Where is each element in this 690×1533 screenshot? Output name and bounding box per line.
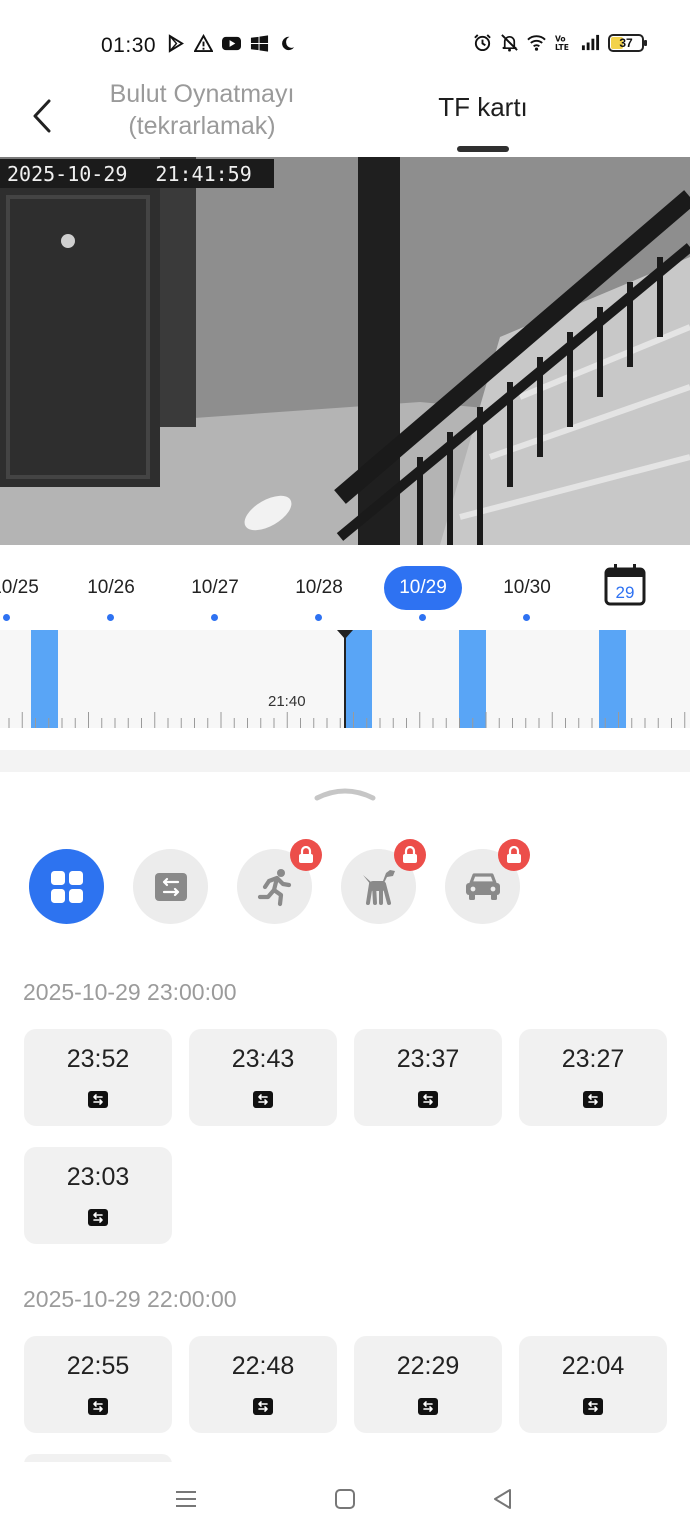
section-title: 2025-10-29 22:00:00 — [23, 1286, 237, 1312]
filter-vehicle-button[interactable] — [445, 839, 530, 924]
filter-person-button[interactable] — [237, 839, 322, 924]
mute-icon — [501, 34, 518, 52]
timeline-cursor-head — [337, 630, 353, 639]
date-recording-dot — [315, 614, 322, 621]
clip-time: 23:43 — [231, 1045, 295, 1073]
filter-pet-button[interactable] — [341, 839, 426, 924]
status-system-icons: Vo LTE 37 — [473, 33, 647, 52]
calendar-button[interactable]: 29 — [603, 563, 647, 607]
filter-all-button[interactable] — [29, 849, 104, 924]
sd-recording-icon — [88, 1091, 108, 1108]
wifi-icon — [527, 35, 546, 51]
clip-card[interactable]: 23:52 — [24, 1029, 172, 1126]
back-button[interactable] — [20, 92, 64, 140]
date-recording-dot — [523, 614, 530, 621]
grid-icon — [50, 870, 83, 903]
menu-icon[interactable] — [171, 1484, 201, 1514]
youtube-icon — [222, 36, 241, 51]
clip-time: 23:37 — [396, 1045, 460, 1073]
active-tab-indicator — [457, 146, 509, 152]
svg-text:LTE: LTE — [555, 43, 569, 52]
clip-time: 23:27 — [561, 1045, 625, 1073]
clip-time: 22:48 — [231, 1352, 295, 1380]
sd-recording-icon — [583, 1398, 603, 1415]
date-item[interactable]: 10/26 — [72, 566, 150, 610]
clip-card[interactable]: 22:04 — [519, 1336, 667, 1433]
tab-cloud-playback[interactable]: Bulut Oynatmayı (tekrarlamak) — [92, 78, 312, 142]
status-notification-icons — [166, 34, 297, 53]
signal-icon — [581, 34, 600, 51]
tab-cloud-label-line1: Bulut Oynatmayı — [109, 80, 295, 108]
lock-icon — [403, 846, 417, 863]
clip-card[interactable]: 22:55 — [24, 1336, 172, 1433]
date-recording-dot — [3, 614, 10, 621]
video-timestamp-time: 21:41:59 — [155, 161, 252, 186]
lock-badge — [290, 839, 322, 871]
timeline-cursor — [344, 630, 346, 728]
timeline-time-label: 21:40 — [268, 693, 306, 710]
clip-time: 23:03 — [66, 1163, 130, 1191]
home-icon[interactable] — [330, 1484, 360, 1514]
date-item[interactable]: 10/25 — [0, 566, 40, 610]
sd-recording-icon — [583, 1091, 603, 1108]
clip-card[interactable]: 23:03 — [24, 1147, 172, 1244]
tab-cloud-label-line2: (tekrarlamak) — [128, 112, 276, 140]
date-item-selected[interactable]: 10/29 — [384, 566, 462, 610]
filter-sd-recording-button[interactable] — [133, 849, 208, 924]
clip-card[interactable]: 23:37 — [354, 1029, 502, 1126]
sd-recording-icon — [154, 872, 187, 901]
battery-indicator: 37 — [608, 33, 647, 52]
date-item[interactable]: 10/28 — [280, 566, 358, 610]
moon-icon — [282, 36, 295, 51]
date-strip: 10/25 10/26 10/27 10/28 10/29 10/30 — [0, 560, 690, 626]
lock-badge — [498, 839, 530, 871]
battery-level: 37 — [619, 35, 633, 50]
sd-recording-icon — [253, 1398, 273, 1415]
clip-card[interactable]: 22:48 — [189, 1336, 337, 1433]
alarm-icon — [474, 34, 491, 52]
warning-icon — [194, 34, 213, 53]
video-timestamp-date: 2025-10-29 — [7, 161, 128, 186]
calendar-icon: 29 — [604, 564, 646, 606]
volte-icon: VoLTE — [555, 35, 569, 52]
section-title: 2025-10-29 23:00:00 — [23, 979, 237, 1005]
status-time: 01:30 — [101, 34, 157, 57]
car-icon — [465, 872, 500, 900]
divider-band — [0, 750, 690, 772]
video-player[interactable]: 2025-10-29 21:41:59 — [0, 157, 690, 545]
video-frame — [0, 157, 690, 545]
sd-recording-icon — [418, 1091, 438, 1108]
system-nav-bar — [0, 1462, 690, 1533]
clip-card[interactable]: 23:43 — [189, 1029, 337, 1126]
lock-badge — [394, 839, 426, 871]
play-store-icon — [168, 34, 184, 53]
clip-time: 22:04 — [561, 1352, 625, 1380]
video-timestamp: 2025-10-29 21:41:59 — [0, 159, 274, 188]
lock-icon — [507, 846, 521, 863]
date-item[interactable]: 10/27 — [176, 566, 254, 610]
timeline[interactable]: 21:40 — [0, 630, 690, 728]
sd-recording-icon — [253, 1091, 273, 1108]
running-person-icon — [257, 868, 291, 906]
clip-card[interactable]: 22:29 — [354, 1336, 502, 1433]
clip-card[interactable]: 23:27 — [519, 1029, 667, 1126]
dog-icon — [362, 869, 395, 905]
tab-tf-card[interactable]: TF kartı — [420, 92, 546, 123]
windows-icon — [250, 35, 269, 52]
calendar-day: 29 — [616, 583, 635, 602]
date-recording-dot — [211, 614, 218, 621]
sheet-expand-handle[interactable] — [314, 784, 376, 804]
clip-time: 22:29 — [396, 1352, 460, 1380]
chevron-left-icon — [33, 99, 51, 133]
clip-time: 22:55 — [66, 1352, 130, 1380]
lock-icon — [299, 846, 313, 863]
sd-recording-icon — [88, 1209, 108, 1226]
date-recording-dot — [107, 614, 114, 621]
sd-recording-icon — [88, 1398, 108, 1415]
date-recording-dot — [419, 614, 426, 621]
back-triangle-icon[interactable] — [488, 1484, 518, 1514]
sd-recording-icon — [418, 1398, 438, 1415]
date-item[interactable]: 10/30 — [488, 566, 566, 610]
clip-time: 23:52 — [66, 1045, 130, 1073]
